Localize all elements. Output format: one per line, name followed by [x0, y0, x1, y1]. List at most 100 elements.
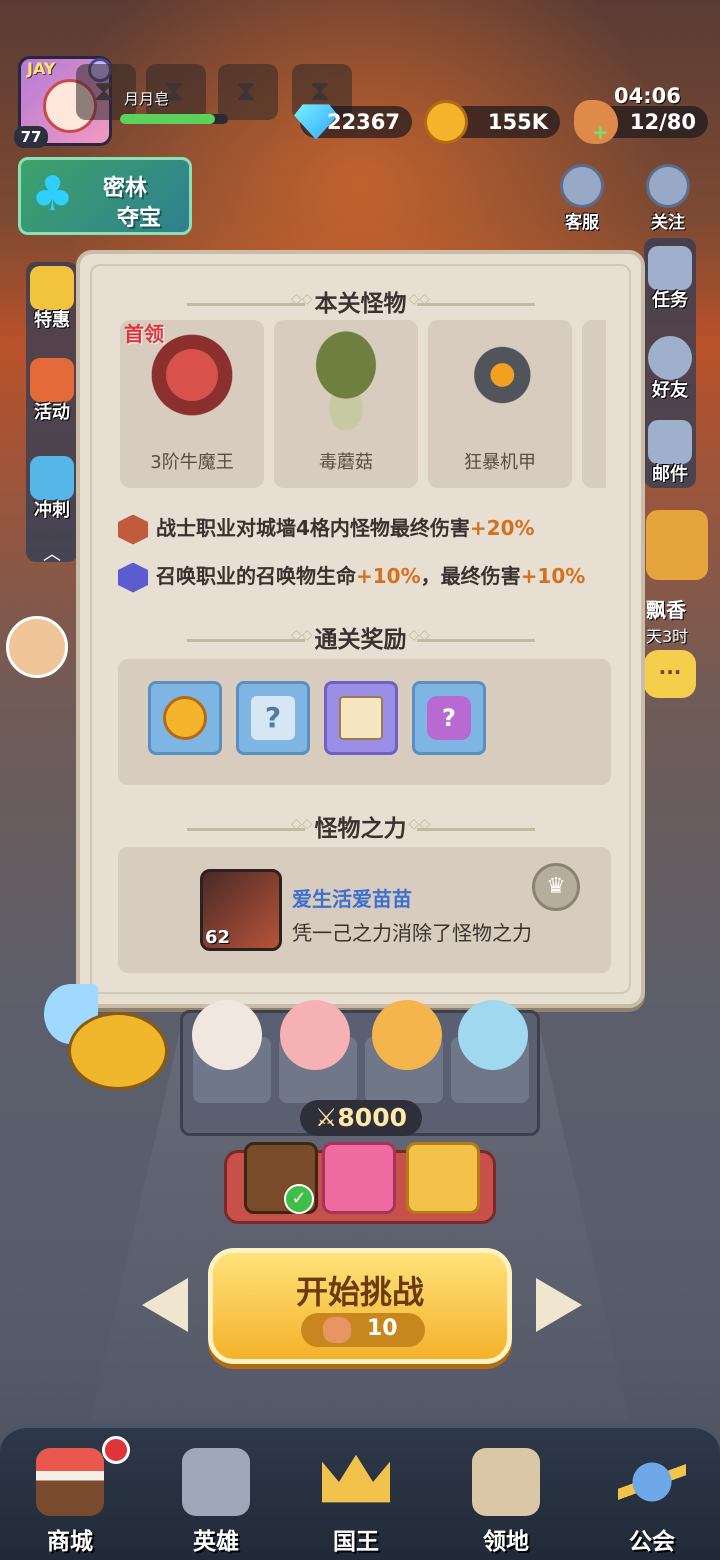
notification-dot [102, 1436, 130, 1464]
coin-icon [163, 696, 207, 740]
monster-card-mushroom[interactable]: 毒蘑菇 [274, 320, 418, 488]
nav-label: 国王 [333, 1529, 379, 1555]
sidebar-item-sprint[interactable]: 冲刺 [26, 456, 78, 522]
mail-icon [648, 420, 692, 464]
castle-icon [472, 1448, 540, 1516]
stamina-counter[interactable]: + 12/80 [574, 100, 708, 144]
sidebar-label: 特惠 [34, 310, 70, 331]
sidebar-item-quests[interactable]: 任务 [644, 246, 696, 312]
nav-label: 英雄 [193, 1529, 239, 1555]
plus-icon: + [592, 120, 609, 144]
player-level: 77 [14, 126, 48, 148]
hero-4[interactable] [458, 1000, 528, 1070]
event-time: 天3时 [646, 627, 689, 646]
chest-pink[interactable] [322, 1142, 396, 1214]
hourglass-slot-3[interactable]: ⧗ [218, 64, 278, 120]
monsters-section-title: 本关怪物 [80, 284, 641, 318]
meat-icon [323, 1317, 351, 1343]
sidebar-item-activity[interactable]: 活动 [26, 358, 78, 424]
start-challenge-button[interactable]: 开始挑战 10 [208, 1248, 512, 1364]
event-title-line2: 夺宝 [117, 206, 162, 231]
sidebar-item-mail[interactable]: 邮件 [644, 420, 696, 486]
helmet-icon [182, 1448, 250, 1516]
event-label: 飘香 [646, 598, 686, 622]
hero-3[interactable] [372, 1000, 442, 1070]
monster-power-section-title: 怪物之力 [80, 809, 641, 843]
golden-pig-piggybank[interactable] [44, 984, 174, 1104]
mystery-scroll-icon: ? [251, 696, 295, 740]
monster-power-box: 62 爱生活爱苗苗 凭一己之力消除了怪物之力 ♛ [118, 847, 611, 973]
hourglass-icon: ⧗ [310, 74, 330, 107]
nav-king[interactable]: 国王 [286, 1428, 426, 1560]
player-badge: JAY [27, 59, 56, 78]
event-title-line1: 密林 [103, 176, 148, 201]
sidebar-item-special-offer[interactable]: 特惠 [26, 266, 78, 332]
reward-item[interactable]: ? [412, 681, 486, 755]
gem-counter[interactable]: 22367 [294, 104, 412, 140]
clearer-avatar[interactable]: 62 [200, 869, 282, 951]
boss-tag: 首领 [124, 322, 164, 346]
buff-warrior: 战士职业对城墙4格内怪物最终伤害+20% [118, 512, 535, 545]
start-label: 开始挑战 [295, 1273, 424, 1311]
forest-treasure-event-button[interactable]: ♣ 密林 夺宝 [18, 157, 192, 235]
stamina-timer: 04:06 [614, 84, 681, 108]
tree-icon: ♣ [31, 166, 75, 222]
sprint-icon [30, 456, 74, 500]
left-hero-avatar[interactable] [6, 616, 68, 678]
paw-icon [118, 562, 148, 593]
follow-label: 关注 [651, 213, 685, 233]
customer-service-button[interactable]: 客服 [552, 164, 612, 233]
nav-label: 商城 [47, 1529, 93, 1555]
planet-icon [618, 1448, 686, 1516]
reward-item[interactable] [148, 681, 222, 755]
activity-icon [30, 358, 74, 402]
team-power: ⚔8000 [300, 1100, 422, 1136]
coin-counter[interactable]: 155K [424, 100, 560, 144]
stamina-cost: 10 [301, 1313, 425, 1347]
reward-item[interactable] [324, 681, 398, 755]
cost-value: 10 [367, 1316, 398, 1341]
trophy-icon[interactable]: ♛ [532, 863, 580, 911]
offer-icon [30, 266, 74, 310]
mech-icon [442, 330, 558, 430]
coin-icon [424, 100, 468, 144]
hourglass-icon: ⧗ [236, 74, 256, 107]
fragrance-event-button[interactable]: 飘香 天3时 [646, 510, 714, 646]
sidebar-label: 活动 [34, 402, 70, 423]
sidebar-item-friends[interactable]: 好友 [644, 336, 696, 402]
xp-bar [120, 114, 228, 124]
clearer-name[interactable]: 爱生活爱苗苗 [292, 883, 412, 912]
monster-name: 狂暴机甲 [464, 452, 536, 473]
mystery-gift-icon: ? [427, 696, 471, 740]
monster-card-partial[interactable] [582, 320, 606, 488]
nav-label: 领地 [483, 1529, 529, 1555]
meat-icon: + [574, 100, 618, 144]
rewards-box: ? ? [118, 659, 611, 785]
sidebar-label: 任务 [652, 290, 688, 311]
sidebar-label: 好友 [652, 380, 688, 401]
chest-gold[interactable] [406, 1142, 480, 1214]
nav-heroes[interactable]: 英雄 [146, 1428, 286, 1560]
nav-territory[interactable]: 领地 [436, 1428, 576, 1560]
check-icon: ✓ [284, 1184, 314, 1214]
chat-icon[interactable]: ··· [644, 650, 696, 698]
stage-info-panel: 本关怪物 首领 3阶牛魔王 毒蘑菇 狂暴机甲 战士职业对城墙4格内怪物最终伤害+… [76, 250, 645, 1008]
trophy-event-icon [646, 510, 708, 580]
headset-icon [560, 164, 604, 208]
chevron-up-icon[interactable]: ︿ [34, 540, 70, 565]
hero-2[interactable] [280, 1000, 350, 1070]
sidebar-label: 冲刺 [34, 500, 70, 521]
hero-1[interactable] [192, 1000, 262, 1070]
monster-card-boss[interactable]: 首领 3阶牛魔王 [120, 320, 264, 488]
crown-icon [322, 1454, 390, 1503]
nav-guild[interactable]: 公会 [582, 1428, 720, 1560]
follow-button[interactable]: 关注 [638, 164, 698, 233]
shop-icon [36, 1448, 104, 1516]
rewards-section-title: 通关奖励 [80, 620, 641, 654]
hourglass-icon: ⧗ [94, 74, 114, 107]
skill-book-icon [339, 696, 383, 740]
monster-card-mech[interactable]: 狂暴机甲 [428, 320, 572, 488]
reward-item[interactable]: ? [236, 681, 310, 755]
calendar-icon [648, 246, 692, 290]
coin-value: 155K [487, 110, 548, 134]
